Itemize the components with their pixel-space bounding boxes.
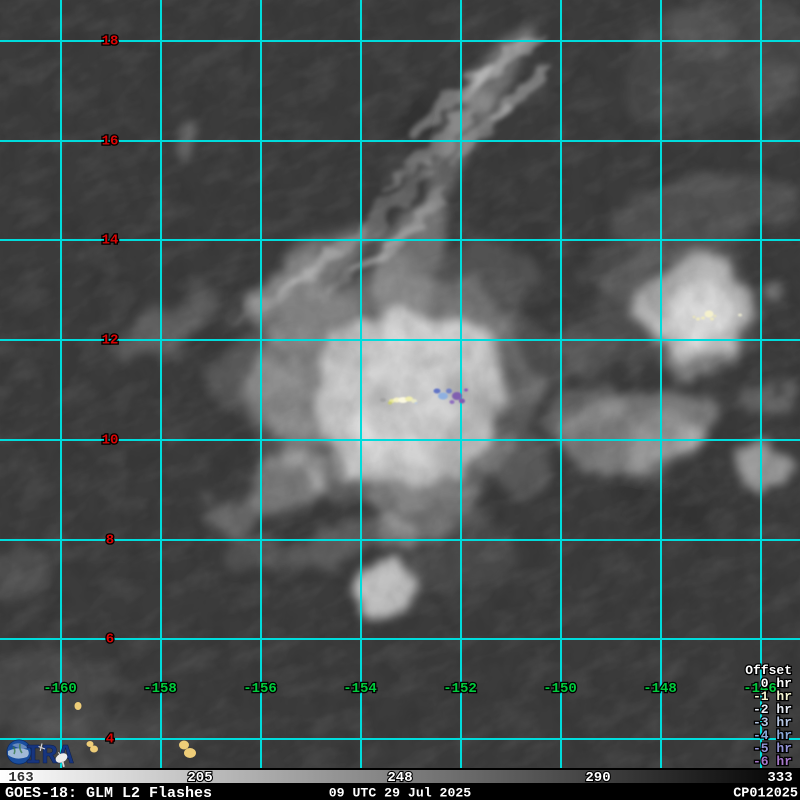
svg-text:10: 10 bbox=[102, 433, 119, 449]
svg-text:GOES-18: GLM L2 Flashes: GOES-18: GLM L2 Flashes bbox=[5, 785, 212, 800]
svg-text:-156: -156 bbox=[243, 681, 277, 697]
svg-text:09 UTC 29 Jul 2025: 09 UTC 29 Jul 2025 bbox=[329, 786, 472, 800]
svg-text:6: 6 bbox=[106, 632, 114, 648]
svg-text:18: 18 bbox=[102, 34, 119, 50]
svg-text:-152: -152 bbox=[443, 681, 477, 697]
svg-text:-154: -154 bbox=[343, 681, 377, 697]
svg-text:-148: -148 bbox=[643, 681, 677, 697]
svg-text:-158: -158 bbox=[143, 681, 177, 697]
svg-text:16: 16 bbox=[102, 134, 119, 150]
svg-text:8: 8 bbox=[106, 533, 114, 549]
svg-text:-160: -160 bbox=[43, 681, 77, 697]
svg-text:CP012025: CP012025 bbox=[733, 787, 798, 800]
svg-text:-6 hr: -6 hr bbox=[753, 754, 792, 769]
svg-text:12: 12 bbox=[102, 333, 119, 349]
svg-text:14: 14 bbox=[102, 233, 119, 249]
svg-text:-150: -150 bbox=[543, 681, 577, 697]
svg-text:4: 4 bbox=[106, 732, 114, 748]
